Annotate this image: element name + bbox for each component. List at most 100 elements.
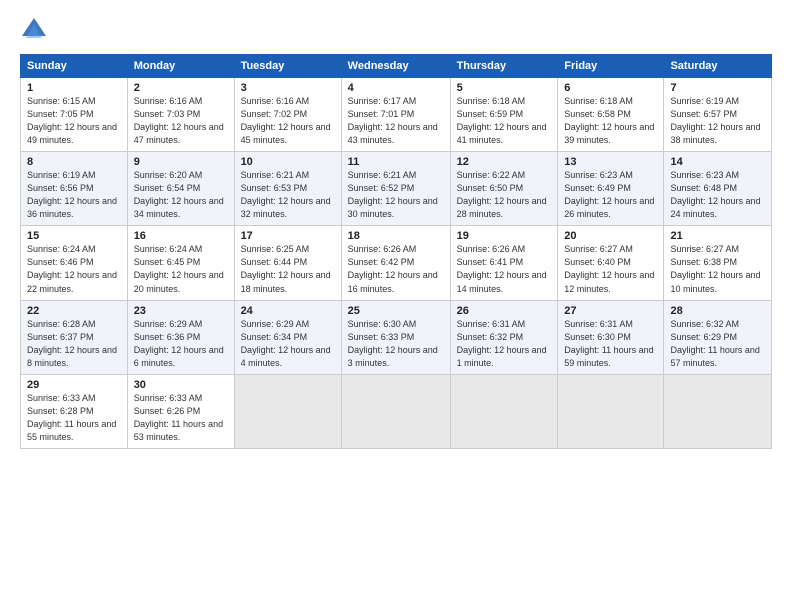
day-detail: Sunrise: 6:28 AMSunset: 6:37 PMDaylight:… <box>27 319 117 368</box>
calendar-cell <box>558 374 664 448</box>
day-number: 12 <box>457 156 552 168</box>
calendar-cell <box>234 374 341 448</box>
day-number: 19 <box>457 230 552 242</box>
day-detail: Sunrise: 6:21 AMSunset: 6:53 PMDaylight:… <box>241 170 331 219</box>
calendar-cell: 19 Sunrise: 6:26 AMSunset: 6:41 PMDayligh… <box>450 226 558 300</box>
page: SundayMondayTuesdayWednesdayThursdayFrid… <box>0 0 792 612</box>
calendar-cell: 22 Sunrise: 6:28 AMSunset: 6:37 PMDayligh… <box>21 300 128 374</box>
weekday-header-thursday: Thursday <box>450 55 558 78</box>
day-detail: Sunrise: 6:18 AMSunset: 6:59 PMDaylight:… <box>457 96 547 145</box>
day-number: 2 <box>134 82 228 94</box>
weekday-header-wednesday: Wednesday <box>341 55 450 78</box>
day-detail: Sunrise: 6:33 AMSunset: 6:28 PMDaylight:… <box>27 393 116 442</box>
weekday-header-monday: Monday <box>127 55 234 78</box>
calendar-cell: 13 Sunrise: 6:23 AMSunset: 6:49 PMDayligh… <box>558 152 664 226</box>
day-detail: Sunrise: 6:29 AMSunset: 6:34 PMDaylight:… <box>241 319 331 368</box>
day-number: 3 <box>241 82 335 94</box>
day-number: 23 <box>134 305 228 317</box>
day-detail: Sunrise: 6:26 AMSunset: 6:41 PMDaylight:… <box>457 244 547 293</box>
day-detail: Sunrise: 6:27 AMSunset: 6:38 PMDaylight:… <box>670 244 760 293</box>
day-detail: Sunrise: 6:17 AMSunset: 7:01 PMDaylight:… <box>348 96 438 145</box>
calendar-table: SundayMondayTuesdayWednesdayThursdayFrid… <box>20 54 772 449</box>
calendar-cell: 20 Sunrise: 6:27 AMSunset: 6:40 PMDayligh… <box>558 226 664 300</box>
day-detail: Sunrise: 6:20 AMSunset: 6:54 PMDaylight:… <box>134 170 224 219</box>
day-detail: Sunrise: 6:26 AMSunset: 6:42 PMDaylight:… <box>348 244 438 293</box>
calendar-cell: 29 Sunrise: 6:33 AMSunset: 6:28 PMDayligh… <box>21 374 128 448</box>
calendar-cell: 28 Sunrise: 6:32 AMSunset: 6:29 PMDayligh… <box>664 300 772 374</box>
day-detail: Sunrise: 6:23 AMSunset: 6:48 PMDaylight:… <box>670 170 760 219</box>
day-number: 6 <box>564 82 657 94</box>
day-number: 26 <box>457 305 552 317</box>
logo-icon <box>20 16 48 44</box>
day-detail: Sunrise: 6:19 AMSunset: 6:56 PMDaylight:… <box>27 170 117 219</box>
day-detail: Sunrise: 6:18 AMSunset: 6:58 PMDaylight:… <box>564 96 654 145</box>
day-detail: Sunrise: 6:15 AMSunset: 7:05 PMDaylight:… <box>27 96 117 145</box>
day-number: 29 <box>27 379 121 391</box>
calendar-cell: 25Sunrise: 6:30 AMSunset: 6:33 PMDayligh… <box>341 300 450 374</box>
calendar-cell: 14Sunrise: 6:23 AMSunset: 6:48 PMDayligh… <box>664 152 772 226</box>
day-number: 27 <box>564 305 657 317</box>
day-detail: Sunrise: 6:25 AMSunset: 6:44 PMDaylight:… <box>241 244 331 293</box>
calendar-cell <box>664 374 772 448</box>
day-detail: Sunrise: 6:16 AMSunset: 7:03 PMDaylight:… <box>134 96 224 145</box>
day-detail: Sunrise: 6:32 AMSunset: 6:29 PMDaylight:… <box>670 319 759 368</box>
day-number: 11 <box>348 156 444 168</box>
calendar-cell: 4 Sunrise: 6:17 AMSunset: 7:01 PMDaylight… <box>341 78 450 152</box>
day-number: 20 <box>564 230 657 242</box>
day-detail: Sunrise: 6:31 AMSunset: 6:30 PMDaylight:… <box>564 319 653 368</box>
day-number: 13 <box>564 156 657 168</box>
day-detail: Sunrise: 6:19 AMSunset: 6:57 PMDaylight:… <box>670 96 760 145</box>
day-detail: Sunrise: 6:27 AMSunset: 6:40 PMDaylight:… <box>564 244 654 293</box>
calendar-cell: 16 Sunrise: 6:24 AMSunset: 6:45 PMDayligh… <box>127 226 234 300</box>
day-number: 15 <box>27 230 121 242</box>
weekday-header-sunday: Sunday <box>21 55 128 78</box>
day-detail: Sunrise: 6:16 AMSunset: 7:02 PMDaylight:… <box>241 96 331 145</box>
calendar-cell: 18 Sunrise: 6:26 AMSunset: 6:42 PMDayligh… <box>341 226 450 300</box>
day-number: 16 <box>134 230 228 242</box>
day-number: 21 <box>670 230 765 242</box>
day-detail: Sunrise: 6:24 AMSunset: 6:46 PMDaylight:… <box>27 244 117 293</box>
day-detail: Sunrise: 6:21 AMSunset: 6:52 PMDaylight:… <box>348 170 438 219</box>
day-detail: Sunrise: 6:31 AMSunset: 6:32 PMDaylight:… <box>457 319 547 368</box>
day-number: 22 <box>27 305 121 317</box>
calendar-cell: 3 Sunrise: 6:16 AMSunset: 7:02 PMDaylight… <box>234 78 341 152</box>
weekday-header-saturday: Saturday <box>664 55 772 78</box>
day-detail: Sunrise: 6:24 AMSunset: 6:45 PMDaylight:… <box>134 244 224 293</box>
calendar-cell: 8 Sunrise: 6:19 AMSunset: 6:56 PMDaylight… <box>21 152 128 226</box>
calendar-cell: 1 Sunrise: 6:15 AMSunset: 7:05 PMDaylight… <box>21 78 128 152</box>
day-number: 10 <box>241 156 335 168</box>
calendar-cell: 17 Sunrise: 6:25 AMSunset: 6:44 PMDayligh… <box>234 226 341 300</box>
day-detail: Sunrise: 6:23 AMSunset: 6:49 PMDaylight:… <box>564 170 654 219</box>
calendar-cell: 7 Sunrise: 6:19 AMSunset: 6:57 PMDaylight… <box>664 78 772 152</box>
day-number: 1 <box>27 82 121 94</box>
calendar-cell: 27 Sunrise: 6:31 AMSunset: 6:30 PMDayligh… <box>558 300 664 374</box>
day-number: 24 <box>241 305 335 317</box>
calendar-cell: 30Sunrise: 6:33 AMSunset: 6:26 PMDayligh… <box>127 374 234 448</box>
calendar-cell: 11 Sunrise: 6:21 AMSunset: 6:52 PMDayligh… <box>341 152 450 226</box>
weekday-header-tuesday: Tuesday <box>234 55 341 78</box>
day-detail: Sunrise: 6:29 AMSunset: 6:36 PMDaylight:… <box>134 319 224 368</box>
day-number: 9 <box>134 156 228 168</box>
day-number: 30 <box>134 379 228 391</box>
calendar-cell: 21 Sunrise: 6:27 AMSunset: 6:38 PMDayligh… <box>664 226 772 300</box>
calendar-cell: 2 Sunrise: 6:16 AMSunset: 7:03 PMDaylight… <box>127 78 234 152</box>
calendar-cell: 15 Sunrise: 6:24 AMSunset: 6:46 PMDayligh… <box>21 226 128 300</box>
calendar-cell: 26 Sunrise: 6:31 AMSunset: 6:32 PMDayligh… <box>450 300 558 374</box>
calendar-cell: 24 Sunrise: 6:29 AMSunset: 6:34 PMDayligh… <box>234 300 341 374</box>
day-number: 8 <box>27 156 121 168</box>
logo <box>20 16 52 44</box>
day-number: 7 <box>670 82 765 94</box>
calendar-cell: 10 Sunrise: 6:21 AMSunset: 6:53 PMDayligh… <box>234 152 341 226</box>
day-number: 28 <box>670 305 765 317</box>
header <box>20 16 772 44</box>
day-number: 18 <box>348 230 444 242</box>
day-number: 4 <box>348 82 444 94</box>
calendar-cell: 12 Sunrise: 6:22 AMSunset: 6:50 PMDayligh… <box>450 152 558 226</box>
day-detail: Sunrise: 6:22 AMSunset: 6:50 PMDaylight:… <box>457 170 547 219</box>
day-number: 17 <box>241 230 335 242</box>
day-number: 5 <box>457 82 552 94</box>
day-number: 25 <box>348 305 444 317</box>
calendar-cell: 23 Sunrise: 6:29 AMSunset: 6:36 PMDayligh… <box>127 300 234 374</box>
calendar-cell: 5 Sunrise: 6:18 AMSunset: 6:59 PMDaylight… <box>450 78 558 152</box>
calendar-cell: 9 Sunrise: 6:20 AMSunset: 6:54 PMDaylight… <box>127 152 234 226</box>
